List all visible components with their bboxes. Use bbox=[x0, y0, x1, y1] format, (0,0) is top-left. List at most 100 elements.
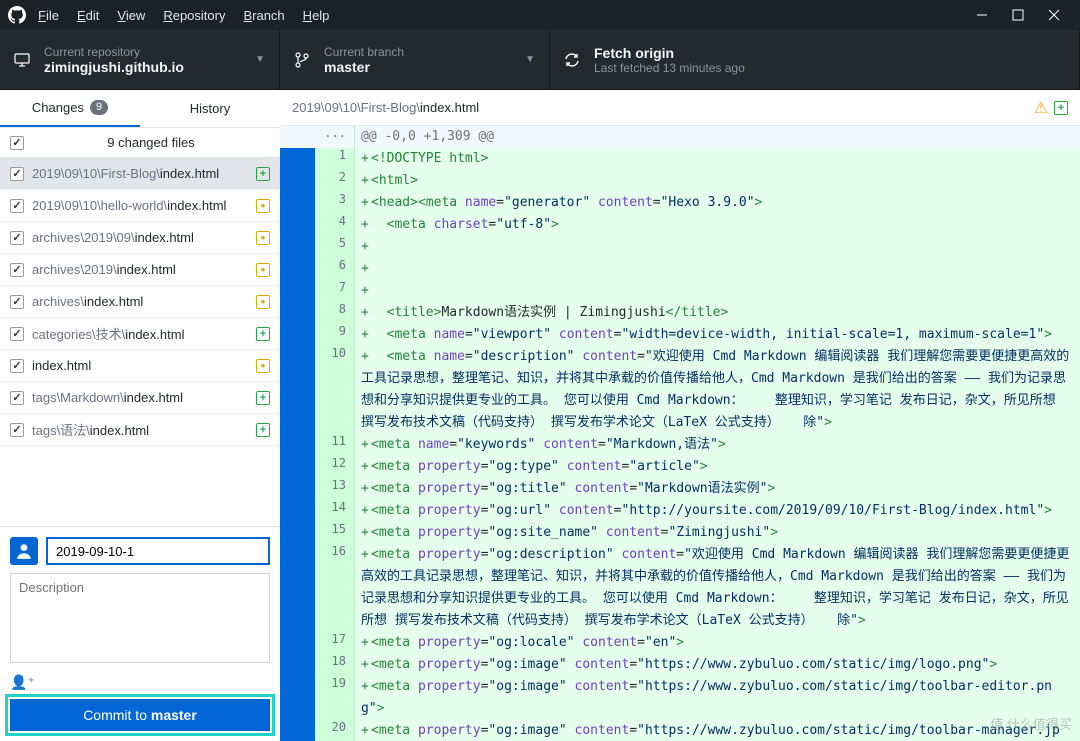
file-checkbox[interactable] bbox=[10, 391, 24, 405]
file-status-icon bbox=[256, 295, 270, 309]
file-status-icon bbox=[256, 199, 270, 213]
file-status-icon bbox=[256, 167, 270, 181]
computer-icon bbox=[14, 52, 30, 68]
sync-icon bbox=[564, 52, 580, 68]
diff-line: 8+ <title>Markdown语法实例 | Zimingjushi</ti… bbox=[280, 302, 1080, 324]
sidebar: Changes 9 History 9 changed files 2019\0… bbox=[0, 90, 280, 741]
file-status-icon bbox=[256, 423, 270, 437]
file-checkbox[interactable] bbox=[10, 423, 24, 437]
file-path: tags\语法\index.html bbox=[32, 420, 248, 439]
file-path: index.html bbox=[32, 358, 248, 373]
changes-count-badge: 9 bbox=[90, 100, 108, 115]
file-row[interactable]: archives\index.html bbox=[0, 286, 280, 318]
repo-value: zimingjushi.github.io bbox=[44, 59, 255, 75]
file-path: archives\2019\09\index.html bbox=[32, 230, 248, 245]
minimize-icon[interactable] bbox=[976, 9, 988, 21]
diff-file-path: 2019\09\10\First-Blog\index.html bbox=[292, 100, 479, 115]
file-path: categories\技术\index.html bbox=[32, 324, 248, 343]
file-path: 2019\09\10\hello-world\index.html bbox=[32, 198, 248, 213]
diff-line: 11+<meta name="keywords" content="Markdo… bbox=[280, 434, 1080, 456]
diff-line: 9+ <meta name="viewport" content="width=… bbox=[280, 324, 1080, 346]
file-checkbox[interactable] bbox=[10, 327, 24, 341]
file-status-icon bbox=[256, 327, 270, 341]
diff-line: 20+<meta property="og:image" content="ht… bbox=[280, 720, 1080, 741]
menu-edit[interactable]: Edit bbox=[77, 8, 99, 23]
diff-line: 17+<meta property="og:locale" content="e… bbox=[280, 632, 1080, 654]
add-coauthor-button[interactable]: 👤⁺ bbox=[10, 672, 270, 699]
branch-value: master bbox=[324, 59, 525, 75]
file-checkbox[interactable] bbox=[10, 295, 24, 309]
current-repository-dropdown[interactable]: Current repositoryzimingjushi.github.io … bbox=[0, 30, 280, 89]
changed-files-header: 9 changed files bbox=[0, 128, 280, 158]
branch-label: Current branch bbox=[324, 45, 525, 59]
commit-description-input[interactable] bbox=[10, 573, 270, 663]
repo-label: Current repository bbox=[44, 45, 255, 59]
maximize-icon[interactable] bbox=[1012, 9, 1024, 21]
tab-history[interactable]: History bbox=[140, 90, 280, 127]
changed-files-count: 9 changed files bbox=[32, 135, 270, 150]
diff-line: 4+ <meta charset="utf-8"> bbox=[280, 214, 1080, 236]
diff-line: 1+<!DOCTYPE html> bbox=[280, 148, 1080, 170]
diff-line: 5+ bbox=[280, 236, 1080, 258]
file-row[interactable]: tags\Markdown\index.html bbox=[0, 382, 280, 414]
file-row[interactable]: index.html bbox=[0, 350, 280, 382]
file-checkbox[interactable] bbox=[10, 231, 24, 245]
file-added-icon bbox=[1054, 101, 1068, 115]
file-path: 2019\09\10\First-Blog\index.html bbox=[32, 166, 248, 181]
window-controls bbox=[976, 9, 1072, 21]
titlebar: File Edit View Repository Branch Help bbox=[0, 0, 1080, 30]
menu-repository[interactable]: Repository bbox=[163, 8, 225, 23]
select-all-checkbox[interactable] bbox=[10, 136, 24, 150]
file-path: archives\index.html bbox=[32, 294, 248, 309]
diff-line: 19+<meta property="og:image" content="ht… bbox=[280, 676, 1080, 720]
menu-view[interactable]: View bbox=[117, 8, 145, 23]
diff-line: 14+<meta property="og:url" content="http… bbox=[280, 500, 1080, 522]
diff-line: 15+<meta property="og:site_name" content… bbox=[280, 522, 1080, 544]
fetch-label: Fetch origin bbox=[594, 45, 1065, 61]
toolbar: Current repositoryzimingjushi.github.io … bbox=[0, 30, 1080, 90]
file-row[interactable]: 2019\09\10\hello-world\index.html bbox=[0, 190, 280, 222]
menu-bar: File Edit View Repository Branch Help bbox=[38, 8, 976, 23]
file-path: archives\2019\index.html bbox=[32, 262, 248, 277]
file-path: tags\Markdown\index.html bbox=[32, 390, 248, 405]
file-status-icon bbox=[256, 391, 270, 405]
file-row[interactable]: 2019\09\10\First-Blog\index.html bbox=[0, 158, 280, 190]
commit-form: 👤⁺ Commit to master bbox=[0, 526, 280, 741]
diff-header: 2019\09\10\First-Blog\index.html ⚠ bbox=[280, 90, 1080, 126]
diff-line: 13+<meta property="og:title" content="Ma… bbox=[280, 478, 1080, 500]
diff-line: 6+ bbox=[280, 258, 1080, 280]
file-checkbox[interactable] bbox=[10, 199, 24, 213]
diff-line: 12+<meta property="og:type" content="art… bbox=[280, 456, 1080, 478]
file-status-icon bbox=[256, 359, 270, 373]
menu-help[interactable]: Help bbox=[303, 8, 330, 23]
close-icon[interactable] bbox=[1048, 9, 1060, 21]
sidebar-tabs: Changes 9 History bbox=[0, 90, 280, 128]
commit-summary-input[interactable] bbox=[46, 537, 270, 565]
warning-icon[interactable]: ⚠ bbox=[1034, 98, 1048, 118]
file-row[interactable]: categories\技术\index.html bbox=[0, 318, 280, 350]
diff-content[interactable]: ...@@ -0,0 +1,309 @@1+<!DOCTYPE html>2+<… bbox=[280, 126, 1080, 741]
tab-changes[interactable]: Changes 9 bbox=[0, 90, 140, 127]
menu-branch[interactable]: Branch bbox=[243, 8, 284, 23]
current-branch-dropdown[interactable]: Current branchmaster ▼ bbox=[280, 30, 550, 89]
file-row[interactable]: archives\2019\index.html bbox=[0, 254, 280, 286]
file-row[interactable]: tags\语法\index.html bbox=[0, 414, 280, 446]
file-list: 2019\09\10\First-Blog\index.html 2019\09\… bbox=[0, 158, 280, 526]
chevron-down-icon: ▼ bbox=[255, 54, 265, 65]
menu-file[interactable]: File bbox=[38, 8, 59, 23]
diff-line: 10+ <meta name="description" content="欢迎… bbox=[280, 346, 1080, 434]
fetch-origin-button[interactable]: Fetch originLast fetched 13 minutes ago bbox=[550, 30, 1080, 89]
file-checkbox[interactable] bbox=[10, 167, 24, 181]
tab-changes-label: Changes bbox=[32, 100, 84, 115]
file-row[interactable]: archives\2019\09\index.html bbox=[0, 222, 280, 254]
tab-history-label: History bbox=[190, 101, 230, 116]
branch-icon bbox=[294, 52, 310, 68]
file-checkbox[interactable] bbox=[10, 359, 24, 373]
diff-line: 18+<meta property="og:image" content="ht… bbox=[280, 654, 1080, 676]
file-checkbox[interactable] bbox=[10, 263, 24, 277]
file-status-icon bbox=[256, 263, 270, 277]
commit-button[interactable]: Commit to master bbox=[10, 699, 270, 731]
diff-line: 16+<meta property="og:description" conte… bbox=[280, 544, 1080, 632]
avatar bbox=[10, 537, 38, 565]
diff-line: 3+<head><meta name="generator" content="… bbox=[280, 192, 1080, 214]
